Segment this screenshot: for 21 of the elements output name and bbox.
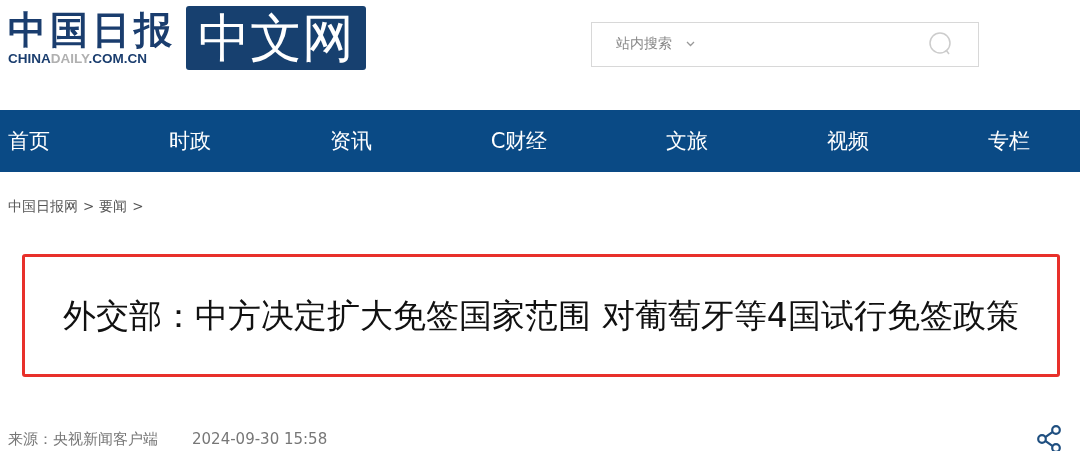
nav-link[interactable]: 视频 (827, 127, 870, 155)
headline: 外交部：中方决定扩大免签国家范围 对葡萄牙等4国试行免签政策 (63, 294, 1019, 337)
nav-link[interactable]: 文旅 (666, 127, 709, 155)
nav-link[interactable]: 专栏 (987, 127, 1030, 155)
source-text: 来源：央视新闻客户端 (8, 429, 158, 449)
logo-domain: CHINADAILY.COM.CN (8, 51, 148, 67)
breadcrumb-separator: > (132, 198, 144, 216)
share-icon[interactable] (1036, 425, 1062, 451)
search-icon[interactable] (928, 31, 954, 57)
search-field[interactable]: 站内搜索 (591, 21, 979, 67)
breadcrumb-link[interactable]: 要闻 (99, 198, 128, 216)
breadcrumb-link[interactable]: 中国日报网 (8, 198, 78, 216)
nav-link[interactable]: 资讯 (329, 127, 372, 155)
chevron-down-icon[interactable] (686, 41, 695, 47)
publish-time: 2024-09-30 15:58 (192, 430, 328, 448)
logo-badge: 中文网 (186, 6, 366, 70)
nav-link[interactable]: 首页 (8, 127, 50, 155)
nav-link[interactable]: 时政 (168, 127, 211, 155)
nav-link[interactable]: C财经 (490, 127, 548, 155)
breadcrumb-separator: > (83, 198, 95, 216)
logo-wordmark: 中国日报 (8, 9, 176, 51)
